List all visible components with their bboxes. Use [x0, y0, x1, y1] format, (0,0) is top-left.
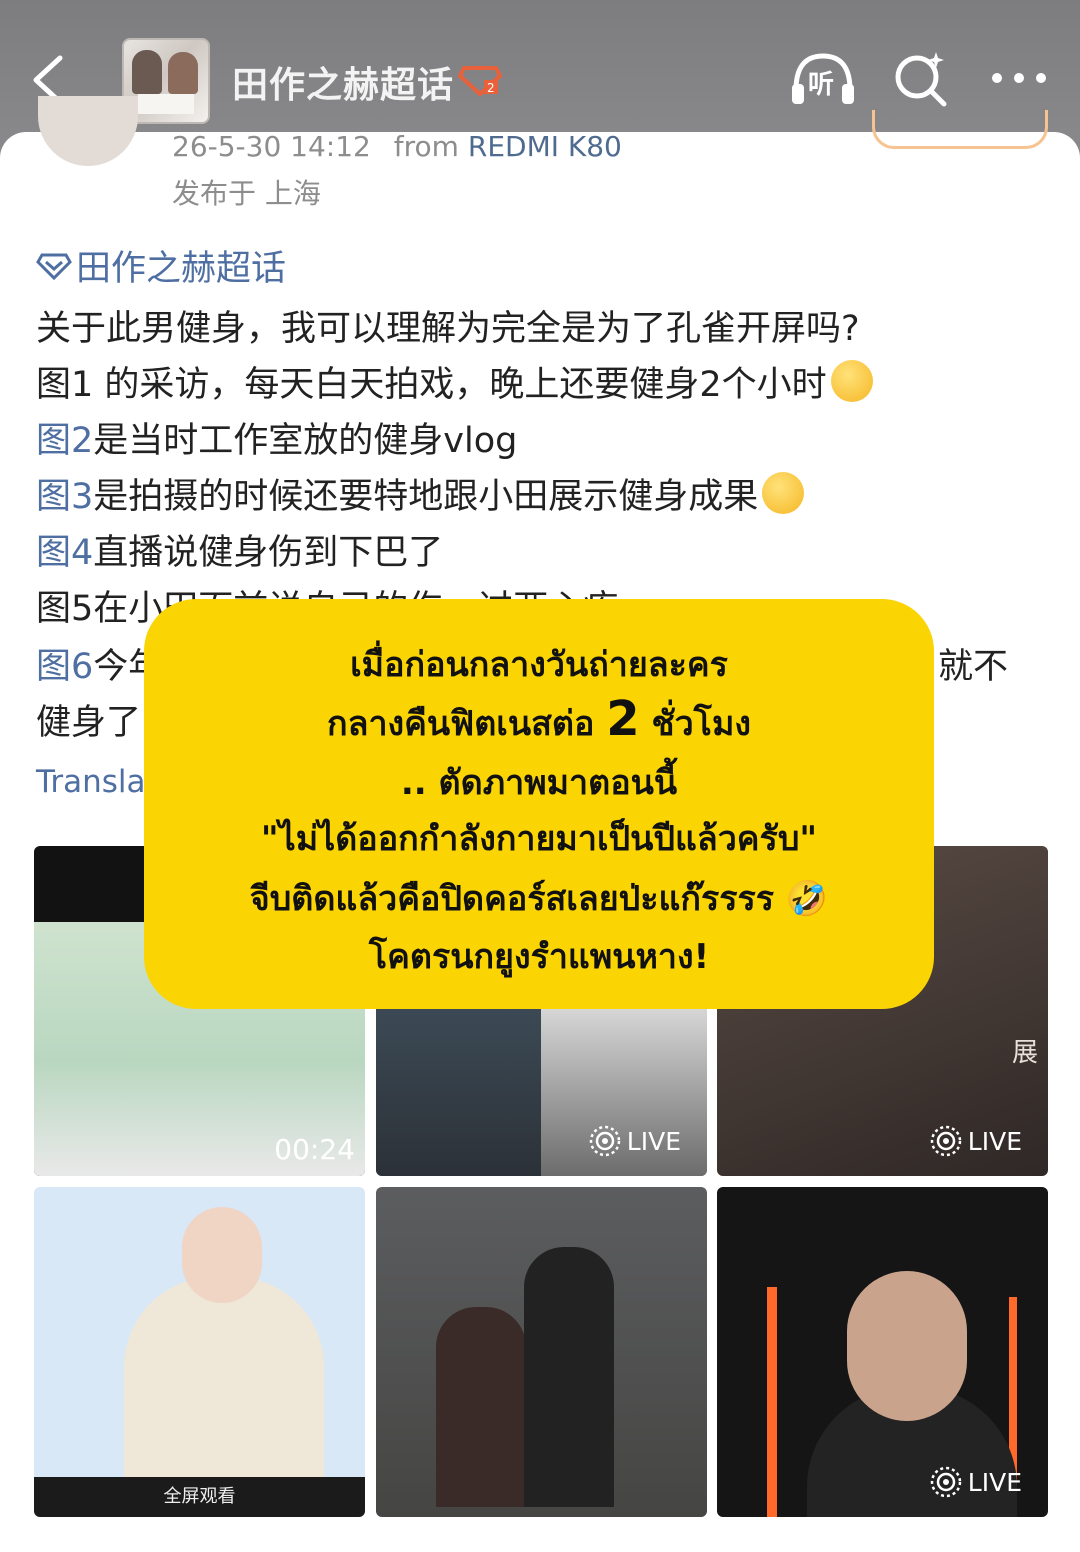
- link-image-2[interactable]: 图2: [36, 421, 93, 461]
- fullscreen-bar[interactable]: 全屏观看: [34, 1477, 365, 1517]
- media-image-5[interactable]: [376, 1187, 707, 1517]
- listen-label: 听: [808, 70, 835, 100]
- post-line-1: 关于此男健身，我可以理解为完全是为了孔雀开屏吗?: [36, 309, 860, 349]
- media-image-4[interactable]: 全屏观看: [34, 1187, 365, 1517]
- post-from: from: [393, 130, 459, 163]
- overlay-line-5: จีบติดแล้วคือปิดคอร์สเลยป่ะแก๊รรรร 🤣: [249, 879, 829, 919]
- media-live-6[interactable]: LIVE: [717, 1187, 1048, 1517]
- live-badge: LIVE: [929, 1124, 1022, 1158]
- live-icon: [589, 1125, 621, 1157]
- post-time: 26-5-30 14:12: [172, 130, 371, 163]
- post-line-7-end: 就不: [938, 647, 1009, 687]
- live-label: LIVE: [626, 1126, 681, 1156]
- overlay-line-6: โคตรนกยูงรำแพนหาง!: [368, 937, 710, 977]
- post-line-5: 图4直播说健身伤到下巴了: [36, 524, 443, 575]
- live-badge: LIVE: [929, 1465, 1022, 1499]
- svg-text:2: 2: [487, 81, 495, 95]
- post-location: 发布于 上海: [172, 177, 321, 210]
- live-icon: [930, 1466, 962, 1498]
- live-label: LIVE: [967, 1467, 1022, 1497]
- post-line-4: 图3是拍摄的时候还要特地跟小田展示健身成果: [36, 468, 805, 519]
- badge-icon: 2: [458, 66, 502, 97]
- topic-link[interactable]: 田作之赫超话: [36, 240, 286, 291]
- search-icon[interactable]: [892, 50, 950, 108]
- overlay-line-4: "ไม่ได้ออกกำลังกายมาเป็นปีแล้วครับ": [260, 819, 818, 859]
- page-title: 田作之赫超话: [232, 65, 455, 106]
- live-badge: LIVE: [588, 1124, 681, 1158]
- topic-label: 田作之赫超话: [76, 249, 287, 289]
- link-image-6[interactable]: 图6: [36, 647, 93, 687]
- link-image-3[interactable]: 图3: [36, 477, 93, 517]
- link-image-4[interactable]: 图4: [36, 533, 93, 573]
- overlay-line-2a: กลางคืนฟิตเนสต่อ: [327, 704, 607, 744]
- live-icon: [930, 1125, 962, 1157]
- overlay-line-1: เมื่อก่อนกลางวันถ่ายละคร: [350, 645, 728, 685]
- post-line-8: 健身了: [36, 703, 142, 743]
- post-line-5-text: 直播说健身伤到下巴了: [93, 533, 444, 573]
- caption-overlay: เมื่อก่อนกลางวันถ่ายละคร กลางคืนฟิตเนสต่…: [144, 599, 934, 1009]
- more-icon[interactable]: [990, 70, 1048, 86]
- shocked-emoji-icon: [830, 360, 873, 402]
- post-device[interactable]: REDMI K80: [468, 130, 622, 163]
- follow-button[interactable]: [872, 110, 1048, 149]
- live-label: LIVE: [967, 1126, 1022, 1156]
- video-duration: 00:24: [274, 1133, 355, 1166]
- overlay-line-3: .. ตัดภาพมาตอนนี้: [400, 763, 678, 803]
- post-line-4-text: 是拍摄的时候还要特地跟小田展示健身成果: [93, 477, 759, 517]
- overlay-line-2: กลางคืนฟิตเนสต่อ 2 ชั่วโมง: [144, 691, 934, 750]
- laughing-emoji-icon: [762, 472, 805, 514]
- topic-diamond-icon: [36, 253, 72, 280]
- post-line-3: 图2是当时工作室放的健身vlog: [36, 412, 517, 463]
- post-line-2-text: 图1 的采访，每天白天拍戏，晚上还要健身2个小时: [36, 365, 827, 405]
- post-line-3-text: 是当时工作室放的健身vlog: [93, 421, 518, 461]
- post-line-2: 图1 的采访，每天白天拍戏，晚上还要健身2个小时: [36, 356, 873, 407]
- overlay-line-2-number: 2: [606, 691, 640, 747]
- post-meta: 26-5-30 14:12 from REDMI K80: [172, 130, 622, 163]
- watermark-char: 展: [1011, 1038, 1038, 1068]
- overlay-line-2c: ชั่วโมง: [639, 704, 751, 744]
